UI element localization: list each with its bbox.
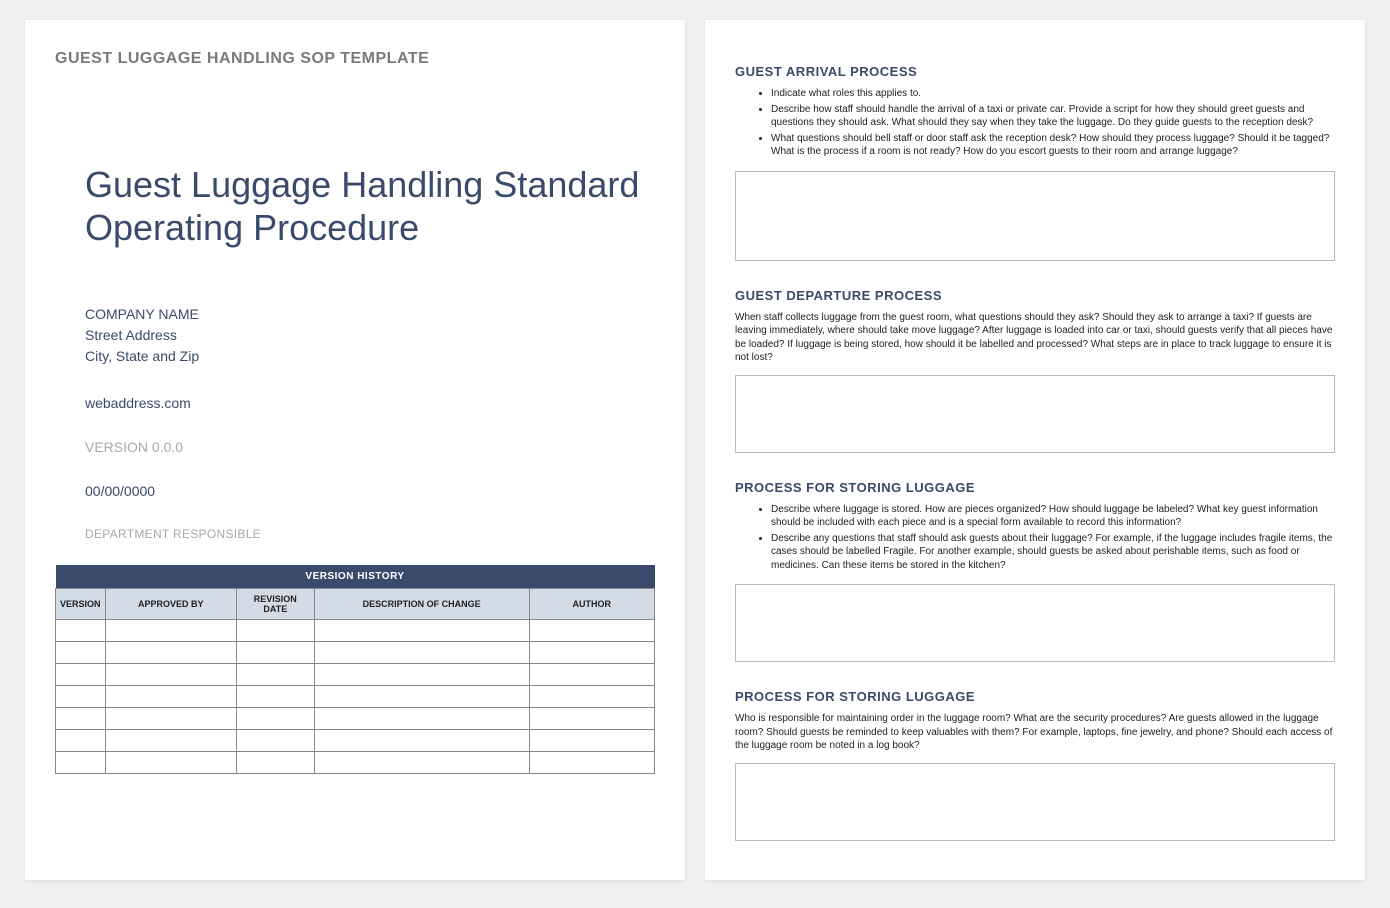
list-item: Indicate what roles this applies to.: [771, 87, 1335, 101]
version-label: VERSION 0.0.0: [85, 439, 655, 455]
section-departure: GUEST DEPARTURE PROCESS When staff colle…: [735, 288, 1335, 458]
table-cell[interactable]: [529, 664, 654, 686]
section-arrival: GUEST ARRIVAL PROCESS Indicate what role…: [735, 64, 1335, 266]
table-row[interactable]: [56, 642, 655, 664]
section-paragraph: Who is responsible for maintaining order…: [735, 712, 1335, 753]
section-bullets: Describe where luggage is stored. How ar…: [771, 503, 1335, 573]
table-row[interactable]: [56, 730, 655, 752]
version-table-body: [56, 620, 655, 774]
table-cell[interactable]: [236, 708, 314, 730]
table-cell[interactable]: [105, 708, 236, 730]
table-cell[interactable]: [56, 752, 106, 774]
table-cell[interactable]: [314, 686, 529, 708]
table-cell[interactable]: [56, 620, 106, 642]
company-street: Street Address: [85, 325, 655, 346]
table-cell[interactable]: [529, 642, 654, 664]
table-row[interactable]: [56, 708, 655, 730]
table-title: VERSION HISTORY: [56, 565, 655, 589]
section-heading: PROCESS FOR STORING LUGGAGE: [735, 480, 1335, 495]
page-1: GUEST LUGGAGE HANDLING SOP TEMPLATE Gues…: [25, 20, 685, 880]
storing-input-2[interactable]: [735, 763, 1335, 841]
list-item: Describe where luggage is stored. How ar…: [771, 503, 1335, 530]
section-paragraph: When staff collects luggage from the gue…: [735, 311, 1335, 365]
table-cell[interactable]: [56, 686, 106, 708]
col-approved-by: APPROVED BY: [105, 589, 236, 620]
section-storing-2: PROCESS FOR STORING LUGGAGE Who is respo…: [735, 689, 1335, 846]
table-cell[interactable]: [236, 642, 314, 664]
page-2: GUEST ARRIVAL PROCESS Indicate what role…: [705, 20, 1365, 880]
section-heading: GUEST ARRIVAL PROCESS: [735, 64, 1335, 79]
table-cell[interactable]: [105, 730, 236, 752]
company-name: COMPANY NAME: [85, 304, 655, 325]
table-cell[interactable]: [529, 686, 654, 708]
document-title: Guest Luggage Handling Standard Operatin…: [85, 163, 655, 249]
storing-input-1[interactable]: [735, 584, 1335, 662]
col-author: AUTHOR: [529, 589, 654, 620]
section-heading: PROCESS FOR STORING LUGGAGE: [735, 689, 1335, 704]
web-address: webaddress.com: [85, 395, 655, 411]
table-cell[interactable]: [56, 664, 106, 686]
table-row[interactable]: [56, 686, 655, 708]
table-cell[interactable]: [314, 642, 529, 664]
table-cell[interactable]: [105, 686, 236, 708]
company-info: COMPANY NAME Street Address City, State …: [85, 304, 655, 367]
table-cell[interactable]: [314, 664, 529, 686]
table-cell[interactable]: [529, 730, 654, 752]
departure-input[interactable]: [735, 375, 1335, 453]
date-label: 00/00/0000: [85, 483, 655, 499]
arrival-input[interactable]: [735, 171, 1335, 261]
list-item: Describe any questions that staff should…: [771, 532, 1335, 573]
col-version: VERSION: [56, 589, 106, 620]
section-heading: GUEST DEPARTURE PROCESS: [735, 288, 1335, 303]
table-cell[interactable]: [105, 642, 236, 664]
table-cell[interactable]: [236, 664, 314, 686]
table-cell[interactable]: [529, 708, 654, 730]
table-row[interactable]: [56, 664, 655, 686]
list-item: What questions should bell staff or door…: [771, 132, 1335, 159]
table-cell[interactable]: [314, 620, 529, 642]
table-cell[interactable]: [314, 752, 529, 774]
table-cell[interactable]: [314, 730, 529, 752]
table-header-row: VERSION APPROVED BY REVISION DATE DESCRI…: [56, 589, 655, 620]
table-cell[interactable]: [236, 752, 314, 774]
table-cell[interactable]: [314, 708, 529, 730]
section-bullets: Indicate what roles this applies to. Des…: [771, 87, 1335, 159]
table-cell[interactable]: [56, 708, 106, 730]
table-cell[interactable]: [56, 730, 106, 752]
list-item: Describe how staff should handle the arr…: [771, 103, 1335, 130]
company-city-state-zip: City, State and Zip: [85, 346, 655, 367]
table-cell[interactable]: [105, 620, 236, 642]
table-cell[interactable]: [105, 664, 236, 686]
table-cell[interactable]: [529, 620, 654, 642]
table-row[interactable]: [56, 752, 655, 774]
version-history-table: VERSION HISTORY VERSION APPROVED BY REVI…: [55, 565, 655, 774]
table-row[interactable]: [56, 620, 655, 642]
template-label: GUEST LUGGAGE HANDLING SOP TEMPLATE: [55, 50, 655, 68]
col-revision-date: REVISION DATE: [236, 589, 314, 620]
table-cell[interactable]: [56, 642, 106, 664]
section-storing-1: PROCESS FOR STORING LUGGAGE Describe whe…: [735, 480, 1335, 668]
table-cell[interactable]: [236, 620, 314, 642]
table-cell[interactable]: [236, 686, 314, 708]
table-cell[interactable]: [529, 752, 654, 774]
table-cell[interactable]: [236, 730, 314, 752]
table-cell[interactable]: [105, 752, 236, 774]
department-label: DEPARTMENT RESPONSIBLE: [85, 527, 655, 541]
col-description: DESCRIPTION OF CHANGE: [314, 589, 529, 620]
